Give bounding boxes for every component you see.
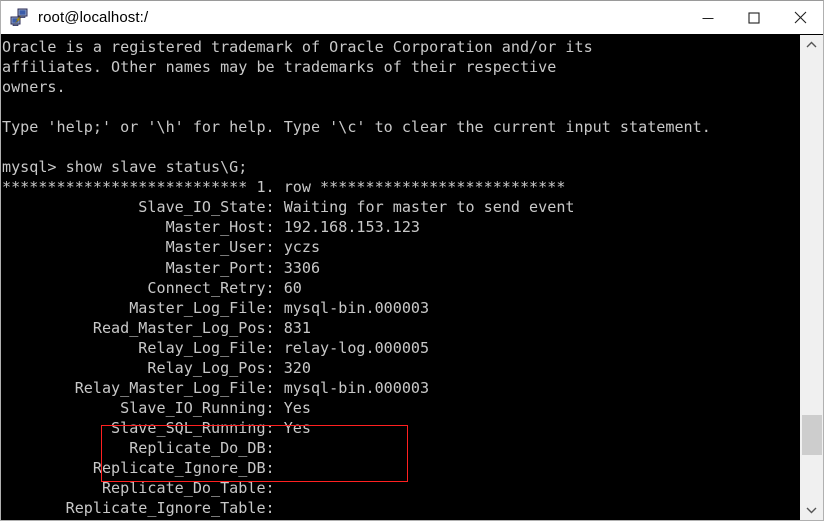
terminal-line: Type 'help;' or '\h' for help. Type '\c'… — [2, 118, 711, 137]
terminal-line: Relay_Log_Pos: 320 — [2, 358, 311, 377]
minimize-button[interactable] — [685, 1, 731, 34]
terminal-line: Replicate_Ignore_Table: — [2, 499, 275, 518]
terminal-line: Replicate_Do_DB: — [2, 438, 275, 457]
terminal-line: Replicate_Ignore_DB: — [2, 458, 275, 477]
terminal-line: Replicate_Do_Table: — [2, 479, 275, 498]
terminal-line: Slave_IO_State: Waiting for master to se… — [2, 198, 575, 217]
terminal-line: Master_Host: 192.168.153.123 — [2, 218, 421, 237]
maximize-button[interactable] — [731, 1, 777, 34]
scroll-down-button[interactable] — [802, 500, 822, 520]
window-title: root@localhost:/ — [38, 9, 149, 26]
scrollbar-thumb[interactable] — [801, 415, 822, 455]
terminal-line: affiliates. Other names may be trademark… — [2, 58, 557, 77]
terminal-line: Relay_Master_Log_File: mysql-bin.000003 — [2, 378, 430, 397]
terminal-line: Master_User: yczs — [2, 238, 321, 257]
close-button[interactable] — [777, 1, 823, 34]
terminal-line: Master_Log_File: mysql-bin.000003 — [2, 298, 430, 317]
window-controls — [685, 1, 823, 34]
terminal-window: root@localhost:/ Oracle is a registered … — [0, 0, 824, 521]
terminal-line: Connect_Retry: 60 — [2, 278, 302, 297]
putty-terminal-icon — [9, 8, 29, 28]
terminal-line: *************************** 1. row *****… — [2, 178, 566, 197]
terminal-line: owners. — [2, 78, 66, 97]
terminal-line: Slave_SQL_Running: Yes — [2, 418, 311, 437]
terminal-line: Read_Master_Log_Pos: 831 — [2, 318, 311, 337]
scrollbar-track[interactable] — [801, 55, 822, 500]
terminal-line: Relay_Log_File: relay-log.000005 — [2, 338, 430, 357]
terminal-line: mysql> show slave status\G; — [2, 158, 248, 177]
terminal-line: Slave_IO_Running: Yes — [2, 398, 311, 417]
scroll-up-button[interactable] — [802, 35, 822, 55]
terminal-line: Master_Port: 3306 — [2, 258, 321, 277]
terminal-line: Oracle is a registered trademark of Orac… — [2, 38, 593, 56]
terminal-text: Oracle is a registered trademark of Orac… — [1, 37, 797, 518]
terminal-area: Oracle is a registered trademark of Orac… — [1, 34, 823, 520]
title-bar[interactable]: root@localhost:/ — [1, 1, 823, 34]
vertical-scrollbar[interactable] — [797, 35, 823, 520]
terminal-output[interactable]: Oracle is a registered trademark of Orac… — [1, 35, 797, 520]
